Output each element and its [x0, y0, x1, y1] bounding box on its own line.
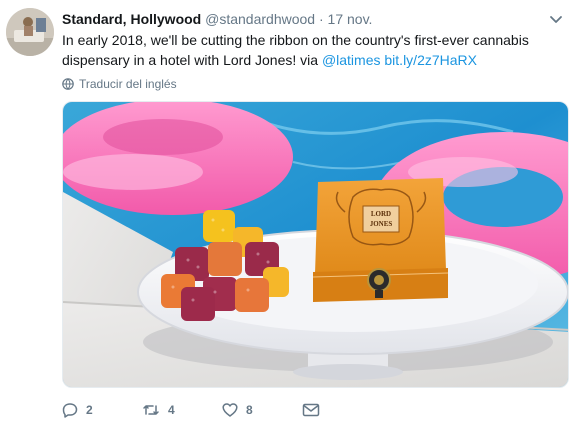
envelope-icon	[302, 403, 320, 417]
like-count: 8	[246, 403, 253, 417]
retweet-button[interactable]: 4	[142, 402, 222, 418]
like-button[interactable]: 8	[222, 402, 302, 418]
reply-icon	[62, 403, 78, 418]
translate-link[interactable]: Traducir del inglés	[62, 76, 177, 92]
tweet-timestamp[interactable]: 17 nov.	[328, 11, 373, 27]
retweet-icon	[143, 405, 159, 415]
box-brand-line1: LORD	[371, 210, 391, 218]
tweet-actions: 2 4 8	[62, 400, 320, 420]
url-link[interactable]: bit.ly/2z7HaRX	[384, 52, 477, 68]
globe-icon	[62, 78, 74, 90]
tweet-media-image[interactable]: LORD JONES	[62, 101, 569, 388]
avatar[interactable]	[6, 8, 54, 56]
chevron-down-icon[interactable]	[549, 12, 563, 26]
header-separator: ·	[318, 11, 324, 27]
author-name[interactable]: Standard, Hollywood	[62, 11, 201, 27]
retweet-count: 4	[168, 403, 175, 417]
reply-count: 2	[86, 403, 93, 417]
mention-link[interactable]: @latimes	[322, 52, 381, 68]
tweet-text: In early 2018, we'll be cutting the ribb…	[62, 30, 562, 70]
reply-button[interactable]: 2	[62, 402, 142, 418]
heart-icon	[222, 403, 238, 417]
tweet-header: Standard, Hollywood @standardhwood · 17 …	[62, 10, 555, 28]
author-handle[interactable]: @standardhwood	[205, 11, 315, 27]
avatar-image	[6, 8, 54, 56]
direct-message-button[interactable]	[302, 403, 320, 417]
box-brand-line2: JONES	[370, 220, 393, 228]
translate-label: Traducir del inglés	[79, 77, 177, 91]
